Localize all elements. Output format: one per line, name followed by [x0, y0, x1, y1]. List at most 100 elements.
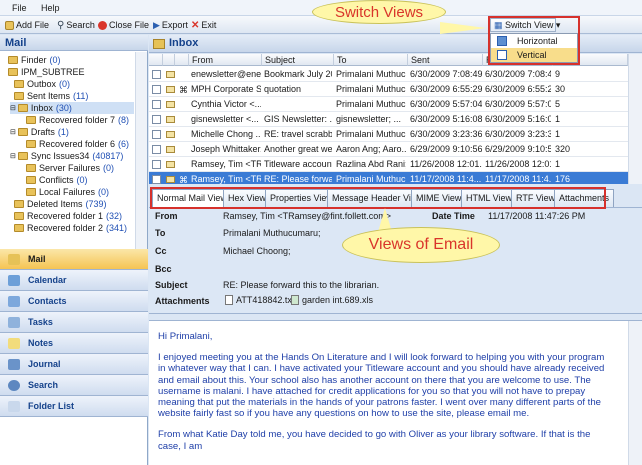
message-body-scrollbar[interactable]	[628, 321, 642, 465]
row-checkbox[interactable]	[152, 115, 161, 124]
table-row[interactable]: Ramsey, Tim <TR...Titleware accountsRazl…	[149, 157, 628, 172]
envelope-icon	[166, 131, 175, 138]
journal-icon	[8, 358, 20, 370]
tab-attachments[interactable]: Attachments	[554, 189, 615, 207]
mail-icon	[8, 253, 20, 265]
column-check[interactable]	[149, 54, 163, 66]
horizontal-layout-icon	[497, 36, 507, 46]
expand-icon[interactable]: ⊟	[10, 128, 16, 136]
nav-notes[interactable]: Notes	[0, 333, 148, 354]
folder-tree: Finder (0) IPM_SUBTREE Outbox (0) Sent Ite…	[0, 52, 134, 267]
tree-item-outbox[interactable]: Outbox (0)	[14, 78, 70, 90]
callout-views-of-email: Views of Email	[342, 227, 500, 263]
tree-item-sent-items[interactable]: Sent Items (11)	[14, 90, 88, 102]
callout-switch-views: Switch Views	[312, 0, 446, 24]
row-checkbox[interactable]	[152, 145, 161, 154]
tree-item-drafts[interactable]: ⊟ Drafts (1)	[10, 126, 69, 138]
tree-item-recovered-6[interactable]: Recovered folder 6 (6)	[26, 138, 129, 150]
tab-normal-mail-view[interactable]: Normal Mail View	[152, 189, 232, 208]
column-to[interactable]: To	[334, 54, 408, 66]
column-subject[interactable]: Subject	[262, 54, 334, 66]
table-row[interactable]: ⌘MPH Corporate S...quotationPrimalani Mu…	[149, 82, 628, 97]
folder-icon	[14, 92, 24, 100]
tree-item-recovered-7[interactable]: Recovered folder 7 (8)	[26, 114, 129, 126]
tree-item-inbox[interactable]: ⊟ Inbox (30)	[10, 102, 134, 114]
attachment-file-1[interactable]: ATT418842.txt	[225, 295, 294, 305]
attachments-label: Attachments	[155, 296, 210, 306]
callout-pointer	[440, 22, 486, 34]
tab-html-view[interactable]: HTML View	[461, 189, 518, 207]
row-checkbox[interactable]	[152, 100, 161, 109]
folder-icon	[26, 164, 36, 172]
tab-hex-view[interactable]: Hex View	[223, 189, 271, 207]
attachment-file-2[interactable]: garden int.689.xls	[291, 295, 373, 305]
row-checkbox[interactable]	[152, 130, 161, 139]
table-row[interactable]: Cynthia Victor <... Primalani Muthuc... 6/…	[149, 97, 628, 112]
nav-calendar[interactable]: Calendar	[0, 270, 148, 291]
search-button[interactable]: ⚲ Search	[57, 19, 95, 31]
search-icon	[8, 379, 20, 391]
tree-item-local-failures[interactable]: Local Failures (0)	[26, 186, 109, 198]
column-from[interactable]: From	[189, 54, 262, 66]
nav-folder-list[interactable]: Folder List	[0, 396, 148, 417]
exit-button[interactable]: ✕ Exit	[191, 19, 216, 31]
export-icon: ▶	[153, 19, 160, 30]
body-paragraph-2: From what Katie Day told me, you have de…	[158, 429, 591, 452]
folder-icon	[17, 128, 28, 136]
inbox-icon	[153, 39, 165, 49]
nav-contacts[interactable]: Contacts	[0, 291, 148, 312]
nav-search[interactable]: Search	[0, 375, 148, 396]
menu-help[interactable]: Help	[41, 3, 60, 13]
folder-icon	[17, 104, 28, 112]
chevron-down-icon: ▾	[555, 20, 561, 30]
add-file-button[interactable]: Add File	[5, 19, 49, 31]
menu-item-horizontal[interactable]: Horizontal	[491, 34, 577, 48]
folder-icon	[26, 176, 36, 184]
tree-item-sync-issues[interactable]: ⊟ Sync Issues34 (40817)	[10, 150, 123, 162]
table-row[interactable]: Michelle Chong ...RE: travel scrabblePri…	[149, 127, 628, 142]
tree-item-conflicts[interactable]: Conflicts (0)	[26, 174, 88, 186]
folder-icon	[26, 140, 36, 148]
row-checkbox[interactable]	[152, 85, 161, 94]
column-icon[interactable]	[163, 54, 175, 66]
message-body[interactable]: Hi Primalani, I enjoyed meeting you at t…	[149, 320, 642, 465]
column-attach[interactable]	[175, 54, 189, 66]
search-icon: ⚲	[57, 19, 65, 31]
envelope-icon	[166, 86, 175, 93]
expand-icon[interactable]: ⊟	[10, 152, 16, 160]
file-icon	[225, 295, 233, 305]
notes-icon	[8, 337, 20, 349]
tree-item-recovered-1[interactable]: Recovered folder 1 (32)	[14, 210, 122, 222]
nav-tasks[interactable]: Tasks	[0, 312, 148, 333]
table-row-selected[interactable]: ⌘Ramsey, Tim <TRa...RE: Please forwar...…	[149, 172, 628, 184]
tree-item-finder[interactable]: Finder (0)	[8, 54, 61, 66]
message-list-scrollbar[interactable]	[628, 54, 642, 184]
folder-tree-scrollbar[interactable]	[135, 52, 147, 267]
tree-item-server-failures[interactable]: Server Failures (0)	[26, 162, 114, 174]
tree-item-deleted-items[interactable]: Deleted Items (739)	[14, 198, 107, 210]
mail-pane-title: Mail	[0, 35, 148, 51]
row-checkbox[interactable]	[152, 175, 161, 184]
row-checkbox[interactable]	[152, 160, 161, 169]
nav-journal[interactable]: Journal	[0, 354, 148, 375]
export-button[interactable]: ▶ Export	[153, 19, 188, 31]
tab-rtf-view[interactable]: RTF View	[511, 189, 561, 207]
column-sent[interactable]: Sent	[408, 54, 483, 66]
tree-item-ipm-subtree[interactable]: IPM_SUBTREE	[8, 66, 88, 78]
menu-file[interactable]: File	[12, 3, 27, 13]
envelope-icon	[166, 101, 175, 108]
menu-item-vertical[interactable]: Vertical	[491, 48, 577, 62]
tree-item-recovered-2[interactable]: Recovered folder 2 (341)	[14, 222, 127, 234]
table-row[interactable]: enewsletter@ene...Bookmark July 20...Pri…	[149, 67, 628, 82]
switch-view-button[interactable]: ▦ Switch View ▾	[490, 18, 560, 32]
spreadsheet-icon	[291, 295, 299, 305]
expand-icon[interactable]: ⊟	[10, 104, 16, 112]
nav-mail[interactable]: Mail	[0, 249, 148, 270]
row-checkbox[interactable]	[152, 70, 161, 79]
envelope-icon	[166, 71, 175, 78]
tab-mime-view[interactable]: MIME View	[411, 189, 467, 207]
table-row[interactable]: Joseph Whittaker...Another great we...Aa…	[149, 142, 628, 157]
folder-icon	[26, 116, 36, 124]
close-file-button[interactable]: Close File	[98, 19, 149, 31]
table-row[interactable]: gisnewsletter <... GIS Newsletter: ... gis…	[149, 112, 628, 127]
